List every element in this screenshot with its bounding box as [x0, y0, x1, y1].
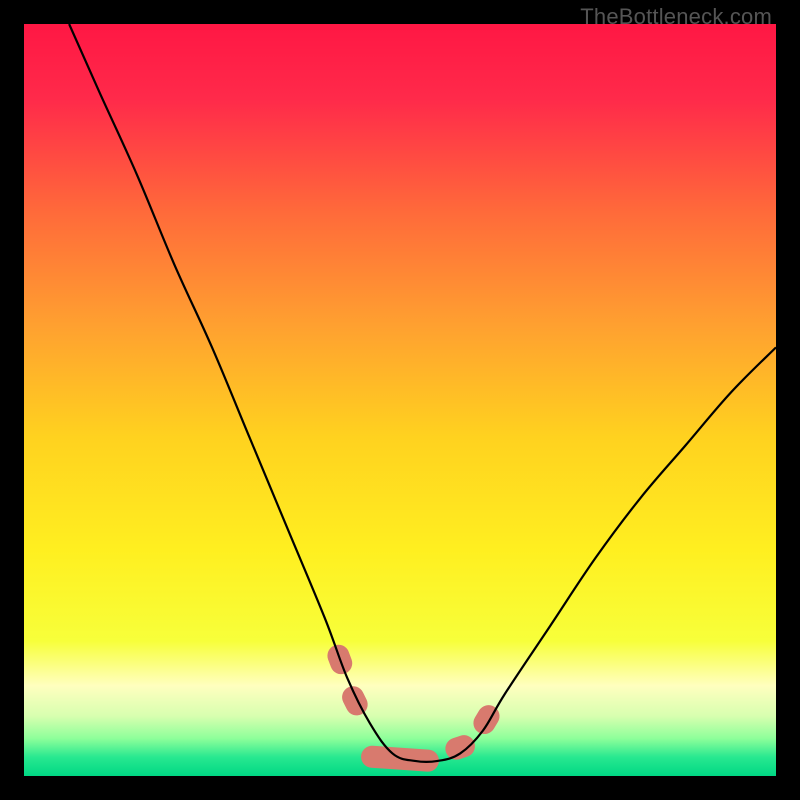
- bottleneck-curve: [69, 24, 776, 762]
- valley-marker: [338, 682, 371, 719]
- valley-marker: [469, 701, 503, 738]
- plot-area: [24, 24, 776, 776]
- outer-black-frame: TheBottleneck.com: [0, 0, 800, 800]
- chart-svg: [24, 24, 776, 776]
- watermark-text: TheBottleneck.com: [580, 4, 772, 30]
- valley-marker-layer: [324, 642, 503, 773]
